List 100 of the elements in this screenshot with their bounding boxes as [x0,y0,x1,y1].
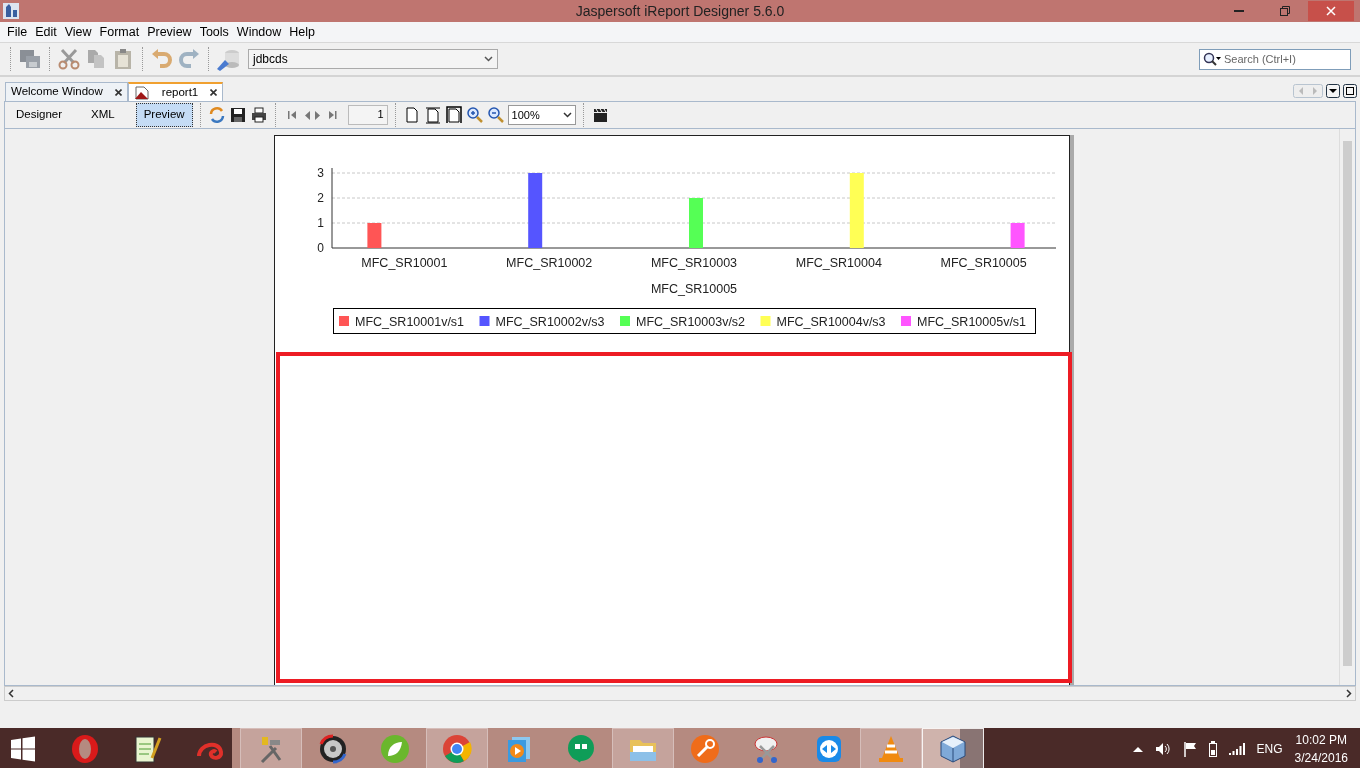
legend-label: MFC_SR10004v/s3 [776,315,886,329]
cube-icon [938,733,968,764]
zoom-out-icon [486,106,505,124]
tab-list-icon[interactable] [1326,84,1340,98]
dropdown-value: 100% [511,107,540,123]
notepad-icon [132,733,162,764]
bar [1010,223,1025,248]
dropdown-value: jdbcds [253,51,288,68]
document-tab[interactable]: report1 [127,82,224,101]
legend-label: MFC_SR10005v/s1 [917,315,1027,329]
zoom-out-button[interactable] [486,106,505,124]
menu-item[interactable]: Edit [31,22,61,42]
minimize-icon [1234,10,1244,12]
document-tab[interactable]: Welcome Window [5,82,128,101]
arrows-icon [814,733,844,764]
fit-width-button[interactable] [423,106,442,124]
axis-tick-label: 3 [317,166,324,180]
redo-icon [177,48,201,70]
leaf-icon [380,733,410,764]
app-icon [2,2,20,20]
search-field[interactable]: Search (Ctrl+I) [1199,48,1351,70]
save-all-button[interactable] [18,48,42,70]
save-button[interactable] [228,106,247,124]
category-label: MFC_SR10004 [795,256,882,270]
browser-icon [442,733,472,764]
taskbar-button[interactable] [922,728,984,768]
menu-item[interactable]: Help [285,22,319,42]
refresh-button[interactable] [207,106,226,124]
menu-item[interactable]: Format [95,22,144,42]
caret-right-icon [313,110,321,120]
category-label: MFC_SR10003 [650,256,738,270]
language-indicator[interactable]: ENG [1256,739,1283,758]
view-tab[interactable]: Preview [135,103,193,127]
window-title: Jaspersoft iReport Designer 5.6.0 [575,2,785,21]
horizontal-scrollbar[interactable] [4,686,1356,701]
flag-icon[interactable] [1182,740,1197,757]
windows-icon [10,735,36,762]
menu-item[interactable]: File [3,22,32,42]
refresh-icon [207,106,226,124]
view-tab[interactable]: XML [83,103,123,127]
axis-title: MFC_SR10005 [650,282,738,296]
chevron-up-icon[interactable] [1132,745,1143,752]
legend-label: MFC_SR10003v/s2 [636,315,746,329]
chevron-down-icon [484,56,493,62]
report-icon [133,85,150,100]
close-icon[interactable] [210,89,218,96]
close-icon[interactable] [114,88,122,96]
category-label: MFC_SR10002 [506,256,593,270]
zoom-dropdown[interactable]: 100% [507,105,576,125]
category-label: MFC_SR10005 [940,256,1027,270]
speaker-icon[interactable] [1154,741,1171,756]
search-icon [1203,52,1221,66]
bar [367,223,382,248]
cut-button[interactable] [57,48,81,70]
printer-icon [249,106,268,124]
fit-page-button[interactable] [444,106,463,124]
search-input[interactable]: Search (Ctrl+I) [1224,50,1334,68]
chat-bubble-icon [566,733,596,764]
chevron-right-icon [1346,689,1352,698]
bar [689,198,703,248]
menu-item[interactable]: Tools [195,22,233,42]
circle-icon [70,733,100,764]
signal-icon[interactable] [1228,742,1245,755]
menu-item[interactable]: Preview [143,22,196,42]
clock-date[interactable]: 3/24/2016 [1294,748,1348,767]
menu-item[interactable]: Window [232,22,286,42]
vertical-scrollbar[interactable] [1339,129,1355,685]
previous-page-button[interactable] [303,110,311,120]
zoom-in-icon [465,106,484,124]
scissors-icon [57,48,81,70]
axis-tick-label: 2 [317,191,324,205]
undo-icon [150,48,174,70]
wrench-icon [690,733,720,764]
disks-icon [18,48,42,70]
datasource-dropdown[interactable]: jdbcds [248,49,498,69]
caret-left-icon [303,110,311,120]
restore-icon [1280,6,1290,16]
chevron-left-icon [8,689,14,698]
legend-label: MFC_SR10001v/s1 [355,315,465,329]
menu-item[interactable]: View [60,22,96,42]
clock-time[interactable]: 10:02 PM [1294,730,1348,749]
page-fit-icon [444,106,463,124]
close-icon [1326,6,1336,16]
print-button[interactable] [249,106,268,124]
view-tab[interactable]: Designer [8,103,71,127]
battery-icon[interactable] [1208,740,1217,757]
category-label: MFC_SR10001 [361,256,448,270]
floppy-icon [228,106,247,124]
database-icon [216,47,242,71]
chevron-down-icon [562,112,572,118]
page-number-field[interactable]: 1 [347,105,388,125]
axis-tick-label: 1 [317,216,324,230]
page-width-icon [423,106,442,124]
legend-label: MFC_SR10002v/s3 [495,315,605,329]
maximize-icon[interactable] [1343,84,1357,98]
datasource-button[interactable] [216,47,242,71]
zoom-in-button[interactable] [465,106,484,124]
close-button[interactable] [1308,1,1354,21]
next-page-button[interactable] [313,110,321,120]
disc-icon [318,733,348,764]
